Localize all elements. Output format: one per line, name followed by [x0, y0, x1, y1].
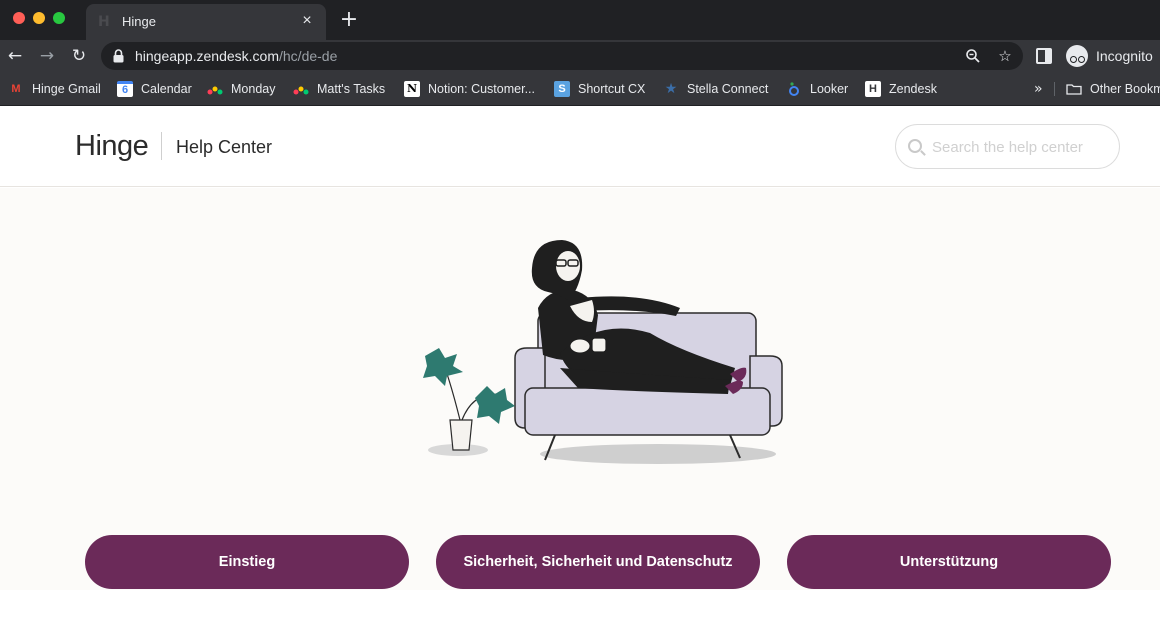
zoom-icon[interactable] [963, 46, 983, 66]
incognito-icon[interactable] [1066, 45, 1088, 67]
incognito-label[interactable]: Incognito [1096, 48, 1153, 64]
search-box[interactable] [895, 124, 1120, 169]
hinge-logo[interactable]: Hinge [75, 129, 149, 163]
bookmark-notion[interactable]: N Notion: Customer... [404, 80, 535, 98]
bookmark-label: Zendesk [889, 82, 937, 96]
maximize-window-button[interactable] [53, 12, 65, 24]
gmail-icon: M [11, 83, 21, 95]
woman-on-sofa-illustration [423, 240, 783, 464]
bookmark-other-bookmarks[interactable]: Other Bookm [1066, 80, 1160, 98]
bookmark-monday[interactable]: Monday [207, 80, 275, 98]
bookmark-label: Looker [810, 82, 849, 96]
folder-icon [1066, 84, 1082, 95]
notion-icon: N [404, 81, 420, 97]
bookmark-zendesk[interactable]: H Zendesk [865, 80, 937, 98]
bookmarks-bar: M Hinge Gmail 6 Calendar Monday Matt's Tas… [0, 72, 1160, 106]
monday-icon [293, 86, 309, 95]
calendar-icon: 6 [117, 81, 133, 97]
bookmark-label: Calendar [141, 82, 192, 96]
help-center-title[interactable]: Help Center [176, 136, 272, 158]
hero-section: Einstieg Sicherheit, Sicherheit und Date… [0, 188, 1160, 590]
bookmark-calendar[interactable]: 6 Calendar [117, 80, 192, 98]
logo-divider [161, 132, 162, 160]
bookmark-stella-connect[interactable]: ★ Stella Connect [663, 80, 769, 98]
star-icon: ★ [664, 81, 678, 97]
browser-tab[interactable]: H Hinge × [86, 4, 326, 40]
lock-icon [113, 49, 124, 63]
hinge-favicon-icon: H [98, 14, 110, 30]
page-continuation [0, 590, 1160, 638]
more-bookmarks-chevron-icon[interactable]: » [1034, 80, 1043, 98]
bookmark-label: Notion: Customer... [428, 82, 535, 96]
new-tab-button[interactable]: + [338, 8, 360, 32]
bookmark-label: Monday [231, 82, 276, 96]
forward-arrow-icon[interactable]: → [35, 44, 59, 68]
bookmark-star-icon[interactable]: ☆ [995, 46, 1015, 66]
bookmark-label: Matt's Tasks [317, 82, 386, 96]
category-unterstuetzung-button[interactable]: Unterstützung [787, 535, 1111, 589]
browser-toolbar: ← → ↻ hingeapp.zendesk.com/hc/de-de ☆ [0, 40, 1160, 72]
tab-title: Hinge [122, 14, 156, 29]
back-arrow-icon[interactable]: ← [3, 44, 27, 68]
category-sicherheit-button[interactable]: Sicherheit, Sicherheit und Datenschutz [436, 535, 760, 589]
bookmark-shortcut-cx[interactable]: S Shortcut CX [554, 80, 645, 98]
search-icon [908, 139, 922, 153]
bookmark-looker[interactable]: Looker [786, 80, 848, 98]
tab-close-icon[interactable]: × [298, 12, 316, 30]
bookmark-label: Hinge Gmail [32, 82, 101, 96]
bookmark-label: Other Bookm [1090, 82, 1160, 96]
bookmark-matts-tasks[interactable]: Matt's Tasks [293, 80, 385, 98]
bookmarks-divider [1054, 82, 1055, 96]
search-input[interactable] [932, 137, 1112, 157]
category-einstieg-button[interactable]: Einstieg [85, 535, 409, 589]
monday-icon [207, 86, 223, 95]
bookmark-hinge-gmail[interactable]: M Hinge Gmail [8, 80, 101, 98]
browser-tab-bar: H Hinge × + [0, 0, 1160, 40]
bookmark-label: Shortcut CX [578, 82, 646, 96]
close-window-button[interactable] [13, 12, 25, 24]
shortcut-icon: S [554, 81, 570, 97]
reload-icon[interactable]: ↻ [67, 44, 91, 68]
looker-icon [789, 82, 799, 96]
side-panel-icon[interactable] [1036, 48, 1052, 64]
url-text: hingeapp.zendesk.com/hc/de-de [135, 48, 338, 64]
zendesk-icon: H [865, 81, 881, 97]
bookmark-label: Stella Connect [687, 82, 769, 96]
address-bar[interactable]: hingeapp.zendesk.com/hc/de-de ☆ [101, 42, 1023, 70]
site-header: Hinge Help Center [0, 107, 1160, 187]
minimize-window-button[interactable] [33, 12, 45, 24]
